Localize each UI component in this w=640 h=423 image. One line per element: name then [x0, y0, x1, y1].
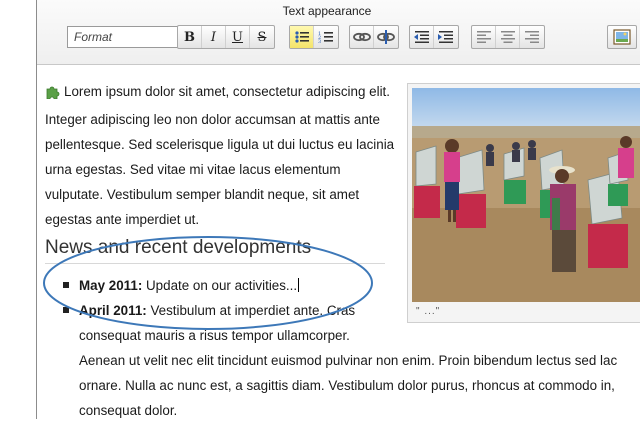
align-center-icon	[500, 31, 515, 43]
image-caption: " ..."	[416, 306, 441, 317]
list-item-continuation: consequat mauris a risus tempor ullamcor…	[79, 328, 350, 343]
toolbar-title: Text appearance	[282, 4, 372, 18]
list-item-text: Update on our activities...	[142, 278, 298, 293]
indent-group	[409, 25, 459, 49]
outdent-button[interactable]	[410, 26, 434, 48]
align-group	[471, 25, 545, 49]
numbered-list-icon: 123	[318, 31, 333, 44]
bullet-list-button[interactable]	[290, 26, 314, 48]
align-right-icon	[525, 31, 539, 43]
italic-button[interactable]: I	[202, 26, 226, 48]
remove-link-button[interactable]	[374, 26, 398, 48]
text-style-group: B I U S	[177, 25, 275, 49]
link-group	[349, 25, 399, 49]
image-frame[interactable]: " ..."	[407, 83, 640, 323]
align-left-icon	[476, 31, 491, 43]
format-dropdown-value: Format	[74, 30, 113, 44]
unlink-icon	[377, 30, 395, 44]
text-cursor	[298, 278, 300, 292]
bullet-marker	[63, 282, 69, 288]
link-icon	[352, 32, 371, 42]
bullet-marker	[63, 307, 69, 313]
insert-image-button[interactable]	[608, 26, 636, 48]
bullet-list-icon	[294, 31, 309, 43]
image-group	[607, 25, 637, 49]
list-item-continuation: Aenean ut velit nec elit tincidunt euism…	[79, 353, 618, 368]
image-icon	[613, 29, 631, 45]
heading-divider	[45, 263, 385, 264]
editor-frame: Text appearance Format ▼ B I U S 123	[36, 0, 640, 419]
align-left-button[interactable]	[472, 26, 496, 48]
list-item-date: May 2011:	[79, 278, 143, 293]
svg-text:3: 3	[318, 39, 321, 44]
intro-paragraph: Lorem ipsum dolor sit amet, consectetur …	[45, 79, 397, 232]
indent-icon	[438, 31, 453, 43]
underline-button[interactable]: U	[226, 26, 250, 48]
editor-content[interactable]: Lorem ipsum dolor sit amet, consectetur …	[37, 65, 640, 419]
align-center-button[interactable]	[496, 26, 520, 48]
puzzle-piece-icon	[45, 82, 60, 107]
intro-paragraph-text: Lorem ipsum dolor sit amet, consectetur …	[45, 84, 395, 227]
section-heading: News and recent developments	[45, 237, 312, 258]
bold-button[interactable]: B	[178, 26, 202, 48]
outdent-icon	[413, 31, 429, 43]
strikethrough-button[interactable]: S	[250, 26, 274, 48]
insert-link-button[interactable]	[350, 26, 374, 48]
list-item-continuation: consequat dolor.	[79, 403, 178, 418]
list-item-text: Vestibulum at imperdiet ante. Cras	[146, 303, 356, 318]
list-item-continuation: ornare. Nulla ac nunc est, a sagittis di…	[79, 378, 615, 393]
align-right-button[interactable]	[520, 26, 544, 48]
solar-cookers-photo[interactable]	[412, 88, 640, 302]
list-group: 123	[289, 25, 339, 49]
list-item-date: April 2011:	[79, 303, 147, 318]
indent-button[interactable]	[434, 26, 458, 48]
toolbar: Text appearance Format ▼ B I U S 123	[37, 0, 640, 65]
numbered-list-button[interactable]: 123	[314, 26, 338, 48]
